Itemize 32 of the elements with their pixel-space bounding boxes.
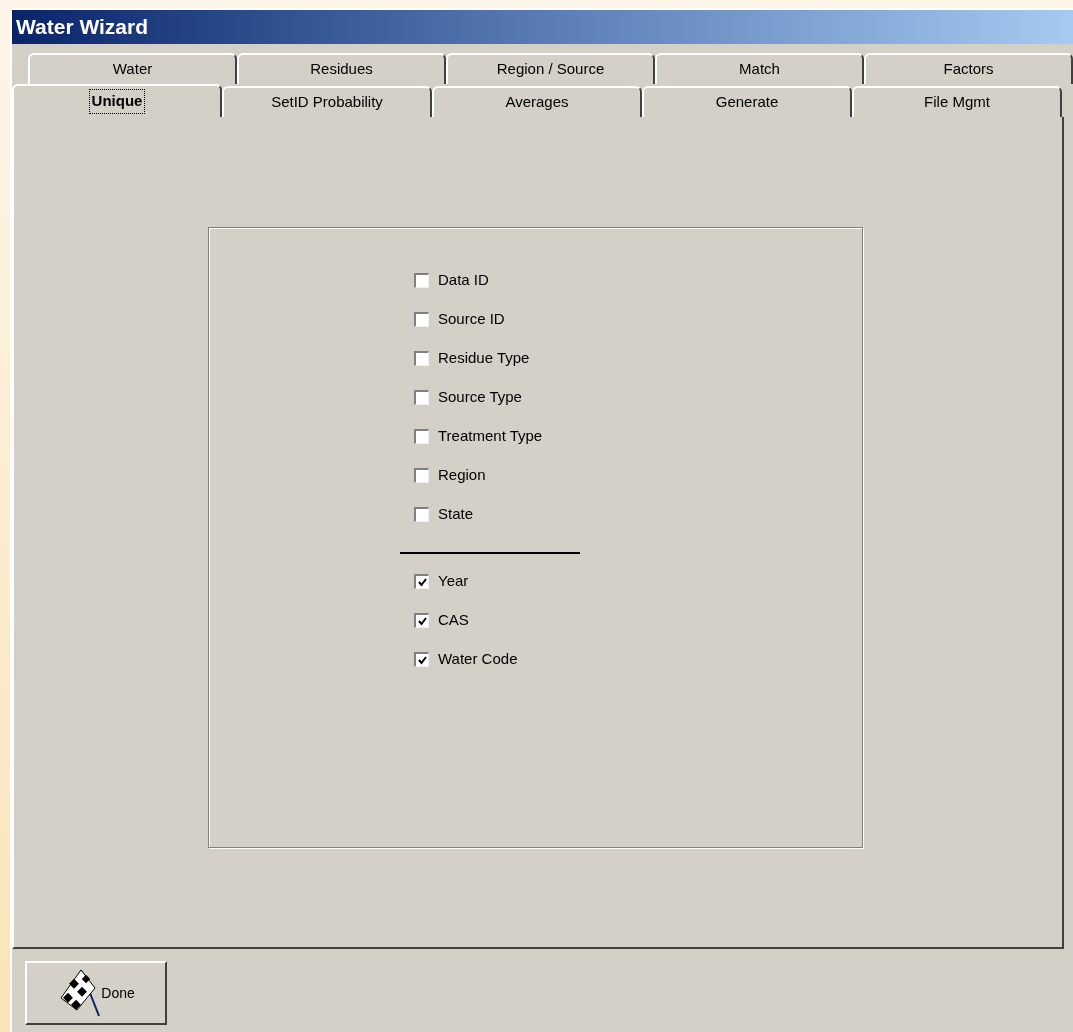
checkbox[interactable] xyxy=(414,312,429,327)
checkbox[interactable] xyxy=(414,390,429,405)
checkbox-label: Source Type xyxy=(438,387,522,408)
checkbox-label: Residue Type xyxy=(438,348,530,369)
checkbox[interactable] xyxy=(414,468,429,483)
checkbox-label: State xyxy=(438,504,474,525)
checkbox[interactable] xyxy=(414,507,429,522)
checkbox-label: Treatment Type xyxy=(438,426,543,447)
tab[interactable]: Generate xyxy=(642,86,852,117)
checkbox-label: Water Code xyxy=(438,649,518,670)
checkbox[interactable] xyxy=(414,273,429,288)
tab[interactable]: Averages xyxy=(432,86,642,117)
checkbox-label: Region xyxy=(438,465,486,486)
tab[interactable]: SetID Probability xyxy=(222,86,432,117)
tab[interactable]: Residues xyxy=(237,53,446,84)
checkbox[interactable] xyxy=(414,652,429,667)
tab[interactable]: Factors xyxy=(864,53,1073,84)
checkbox-label: CAS xyxy=(438,610,469,631)
window-title: Water Wizard xyxy=(16,14,149,41)
done-button[interactable]: Done xyxy=(25,961,167,1025)
checkbox[interactable] xyxy=(414,429,429,444)
tab[interactable]: Water xyxy=(28,53,237,84)
tab[interactable]: File Mgmt xyxy=(852,86,1062,117)
tab[interactable]: Unique xyxy=(12,84,222,117)
checkbox-label: Data ID xyxy=(438,270,489,291)
tab[interactable]: Region / Source xyxy=(446,53,655,84)
checkbox-label: Year xyxy=(438,571,469,592)
checkbox[interactable] xyxy=(414,574,429,589)
checkbox[interactable] xyxy=(414,613,429,628)
tab[interactable]: Match xyxy=(655,53,864,84)
checkbox-label: Source ID xyxy=(438,309,505,330)
checkbox[interactable] xyxy=(414,351,429,366)
